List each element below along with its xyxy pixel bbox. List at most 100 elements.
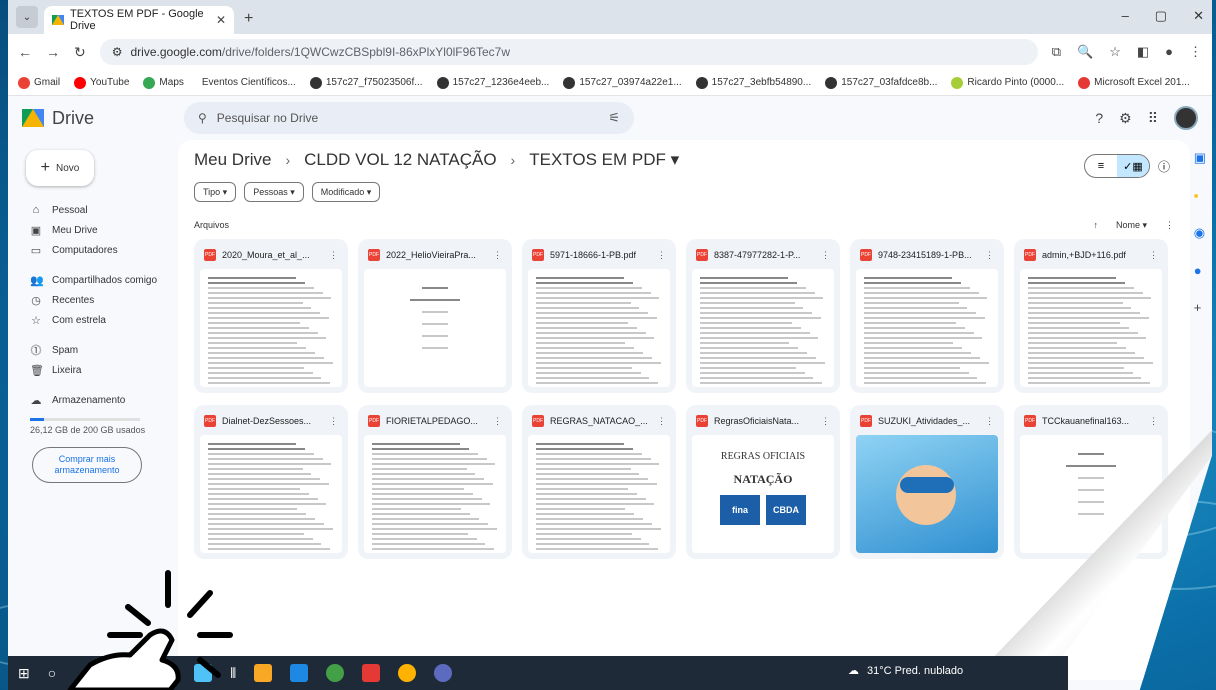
drive-logo[interactable]: Drive	[22, 108, 172, 129]
settings-icon[interactable]: ⚙	[1119, 110, 1132, 127]
chrome-active-icon[interactable]	[434, 664, 453, 682]
url-field[interactable]: ⚙ drive.google.com/drive/folders/1QWCwzC…	[99, 39, 1038, 65]
file-name: 2022_HelioVieiraPra...	[386, 250, 476, 260]
calendar-icon[interactable]: ▣	[1194, 150, 1206, 166]
breadcrumb-current[interactable]: TEXTOS EM PDF ▾	[529, 150, 679, 170]
filter-type[interactable]: Tipo ▾	[194, 182, 237, 202]
sidebar-item-clock[interactable]: ◷ Recentes	[18, 290, 168, 310]
minimize-button[interactable]: –	[1122, 8, 1129, 24]
breadcrumb-my-drive[interactable]: Meu Drive	[194, 150, 271, 170]
close-tab-icon[interactable]: ✕	[216, 13, 226, 27]
file-explorer-icon[interactable]	[254, 664, 273, 682]
sidebar-item-home[interactable]: ⌂ Pessoal	[18, 200, 168, 220]
browser-menu-icon[interactable]: ⋮	[1189, 44, 1202, 60]
buy-storage-button[interactable]: Comprar mais armazenamento	[32, 447, 142, 483]
zoom-icon[interactable]: 🔍	[1077, 44, 1093, 60]
file-more-icon[interactable]: ⋮	[1149, 250, 1158, 261]
keep-icon[interactable]: ▪	[1194, 188, 1206, 203]
bookmark-item[interactable]: 157c27_03974a22e1...	[563, 76, 682, 89]
file-more-icon[interactable]: ⋮	[985, 250, 994, 261]
install-app-icon[interactable]: ⧉	[1052, 44, 1061, 60]
sidebar-item-cloud[interactable]: ☁ Armazenamento	[18, 390, 168, 410]
file-card[interactable]: PDF 9748-23415189-1-PB... ⋮	[850, 239, 1004, 393]
file-more-icon[interactable]: ⋮	[985, 416, 994, 427]
list-view-icon[interactable]: ≡	[1085, 155, 1117, 177]
chrome-profile-icon[interactable]	[398, 664, 417, 682]
help-icon[interactable]: ?	[1095, 110, 1103, 126]
acrobat-icon[interactable]	[362, 664, 381, 682]
chrome-icon[interactable]	[326, 664, 345, 682]
bookmark-item[interactable]: Eventos Científicos...	[198, 77, 296, 89]
bookmark-item[interactable]: 157c27_1236e4eeb...	[436, 76, 549, 89]
search-options-icon[interactable]: ⚟	[608, 110, 620, 126]
pdf-icon: PDF	[860, 249, 872, 261]
sort-by-name[interactable]: Nome ▾	[1116, 220, 1147, 231]
sidebar-item-trash[interactable]: 🗑 Lixeira	[18, 360, 168, 380]
file-more-icon[interactable]: ⋮	[657, 250, 666, 261]
bookmark-star-icon[interactable]: ☆	[1109, 44, 1121, 60]
site-info-icon[interactable]: ⚙	[112, 45, 123, 59]
file-more-icon[interactable]: ⋮	[657, 416, 666, 427]
apps-grid-icon[interactable]: ⠿	[1148, 110, 1158, 127]
file-more-icon[interactable]: ⋮	[821, 250, 830, 261]
file-card[interactable]: PDF admin,+BJD+116.pdf ⋮	[1014, 239, 1168, 393]
new-button[interactable]: + Novo	[26, 150, 94, 186]
bookmark-item[interactable]: 157c27_03fafdce8b...	[825, 76, 937, 89]
close-window-button[interactable]: ✕	[1193, 8, 1204, 24]
bookmark-item[interactable]: Microsoft Excel 201...	[1078, 76, 1190, 89]
more-options-icon[interactable]: ⋮	[1165, 220, 1174, 231]
sidebar-item-computer[interactable]: ▭ Computadores	[18, 240, 168, 260]
file-more-icon[interactable]: ⋮	[493, 250, 502, 261]
file-more-icon[interactable]: ⋮	[329, 250, 338, 261]
drive-favicon-icon	[52, 15, 64, 25]
file-card[interactable]: PDF 8387-47977282-1-P... ⋮	[686, 239, 840, 393]
file-more-icon[interactable]: ⋮	[821, 416, 830, 427]
sidebar-item-spam[interactable]: ⓵ Spam	[18, 340, 168, 360]
bookmark-item[interactable]: Gmail	[18, 76, 60, 89]
side-panel-icon[interactable]: ◧	[1137, 44, 1149, 60]
sidebar-item-star[interactable]: ☆ Com estrela	[18, 310, 168, 330]
filter-modified[interactable]: Modificado ▾	[311, 182, 381, 202]
maximize-button[interactable]: ▢	[1155, 8, 1167, 24]
tasks-icon[interactable]: ◉	[1194, 225, 1206, 241]
word-icon[interactable]	[290, 664, 309, 682]
file-card[interactable]: PDF 5971-18666-1-PB.pdf ⋮	[522, 239, 676, 393]
add-addon-icon[interactable]: +	[1194, 300, 1206, 315]
file-more-icon[interactable]: ⋮	[493, 416, 502, 427]
tab-search-button[interactable]: ⌄	[16, 6, 38, 28]
file-card[interactable]: PDF FIORIETALPEDAGO... ⋮	[358, 405, 512, 559]
bookmark-item[interactable]: Ricardo Pinto (0000...	[951, 76, 1064, 89]
details-info-icon[interactable]: ⓘ	[1158, 158, 1170, 175]
search-icon[interactable]: ⚲	[198, 111, 207, 125]
file-more-icon[interactable]: ⋮	[329, 416, 338, 427]
back-icon[interactable]: ←	[18, 44, 32, 60]
active-tab[interactable]: TEXTOS EM PDF - Google Drive ✕	[44, 6, 234, 34]
reload-icon[interactable]: ↻	[74, 44, 86, 61]
drive-app-name: Drive	[52, 107, 95, 128]
file-more-icon[interactable]: ⋮	[1149, 416, 1158, 427]
file-card[interactable]: PDF Dialnet-DezSessoes... ⋮	[194, 405, 348, 559]
profile-icon[interactable]: ●	[1165, 44, 1173, 60]
new-tab-button[interactable]: +	[244, 10, 253, 28]
account-avatar[interactable]	[1174, 106, 1198, 130]
bookmark-item[interactable]: 157c27_3ebfb54890...	[695, 76, 811, 89]
drive-search-bar[interactable]: ⚲ Pesquisar no Drive ⚟	[184, 102, 634, 134]
bookmark-item[interactable]: YouTube	[74, 76, 129, 89]
start-icon[interactable]: ⊞	[18, 665, 30, 682]
file-card[interactable]: PDF 2020_Moura_et_al_... ⋮	[194, 239, 348, 393]
file-card[interactable]: PDF REGRAS_NATACAO_... ⋮	[522, 405, 676, 559]
bookmark-item[interactable]: 157c27_f75023506f...	[309, 76, 423, 89]
file-card[interactable]: PDF SUZUKI_Atividades_... ⋮	[850, 405, 1004, 559]
sidebar-item-people[interactable]: 👥 Compartilhados comigo	[18, 270, 168, 290]
weather-widget[interactable]: ☁ 31°C Pred. nublado	[848, 664, 963, 678]
file-card[interactable]: PDF 2022_HelioVieiraPra... ⋮	[358, 239, 512, 393]
forward-icon[interactable]: →	[46, 44, 60, 60]
sidebar-item-drive[interactable]: ▣ Meu Drive	[18, 220, 168, 240]
contacts-icon[interactable]: ●	[1194, 263, 1206, 278]
sort-direction-icon[interactable]: ↑	[1093, 220, 1098, 231]
grid-view-icon[interactable]: ✓▦	[1116, 155, 1149, 177]
breadcrumb-folder[interactable]: CLDD VOL 12 NATAÇÃO	[304, 150, 496, 170]
file-card[interactable]: PDF RegrasOficiaisNata... ⋮ REGRAS OFICIAIS…	[686, 405, 840, 559]
filter-people[interactable]: Pessoas ▾	[244, 182, 304, 202]
bookmark-item[interactable]: Maps	[143, 76, 184, 89]
